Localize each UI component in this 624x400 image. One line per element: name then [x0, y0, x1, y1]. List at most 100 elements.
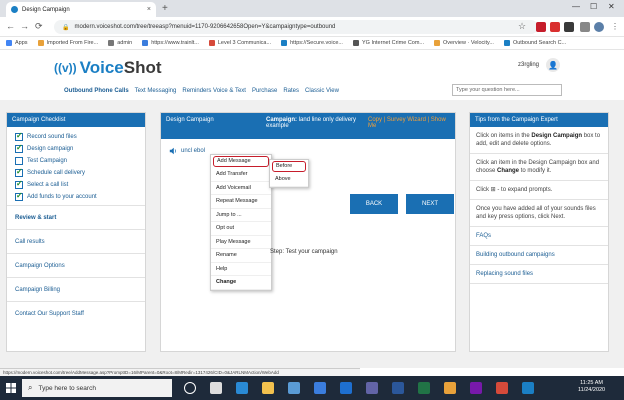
extension-dark-icon[interactable] [564, 22, 574, 32]
nav-text-messaging[interactable]: Text Messaging [135, 88, 177, 94]
browser-tab[interactable]: Design Campaign × [6, 2, 156, 17]
menu-dots-icon[interactable]: ⋮ [610, 22, 620, 32]
nav-classic-view[interactable]: Classic View [305, 88, 339, 94]
checklist-item[interactable]: Test Campaign [15, 157, 145, 165]
forward-icon[interactable]: → [20, 21, 29, 31]
checklist-link[interactable]: Campaign Options [7, 253, 145, 277]
context-menu-item[interactable]: Opt out [211, 222, 271, 236]
submenu-item[interactable]: Above [270, 173, 308, 187]
bookmark-label: Level 3 Communica... [217, 40, 272, 46]
bookmark-label: admin [117, 40, 133, 46]
context-menu-item[interactable]: Add Transfer [211, 168, 271, 182]
file-explorer-icon[interactable] [262, 382, 274, 394]
top-nav: Outbound Phone Calls Text Messaging Remi… [64, 88, 345, 94]
tab-close-icon[interactable]: × [147, 6, 151, 13]
checklist-item[interactable]: Schedule call delivery [15, 167, 145, 177]
avatar[interactable]: 👤 [546, 58, 560, 72]
tips-title: Tips from the Campaign Expert [470, 113, 608, 127]
app-red-icon[interactable] [496, 382, 508, 394]
reload-icon[interactable]: ⟳ [35, 21, 43, 32]
bookmark-label: YG Internet Crime Com... [361, 40, 425, 46]
bookmark-favicon-icon [281, 40, 288, 46]
checklist-link[interactable]: Campaign Billing [7, 277, 145, 301]
checklist-link[interactable]: Call results [7, 229, 145, 253]
context-menu-item[interactable]: Add Message [213, 156, 269, 167]
bookmark-item[interactable]: Apps [6, 40, 28, 46]
store-icon[interactable] [288, 382, 300, 394]
bookmark-label: https://Secure.voice... [290, 40, 343, 46]
voiceshot-logo[interactable]: ((v)) VoiceShot [54, 58, 162, 78]
back-icon[interactable]: ← [6, 21, 15, 31]
task-view-icon[interactable] [210, 382, 222, 394]
checklist-link[interactable]: Review & start [7, 205, 145, 229]
bookmark-item[interactable]: Imported From Fire... [37, 40, 98, 46]
bookmark-item[interactable]: https://Secure.voice... [281, 40, 343, 46]
checklist-item-label: Add funds to your account [27, 194, 97, 200]
context-menu-item[interactable]: Jump to ... [211, 209, 271, 222]
bookmark-favicon-icon [208, 40, 215, 46]
checklist-item[interactable]: Design campaign [15, 143, 145, 153]
close-window-icon[interactable]: ✕ [608, 2, 615, 11]
tip-design-campaign: Click on items in the Design Campaign bo… [470, 127, 608, 154]
system-clock[interactable]: 11:25 AM 11/24/2020 [578, 380, 605, 394]
url-bar[interactable]: 🔒 modern.voiceshot.com/tree/treeasp?menu… [54, 20, 538, 34]
faqs-link[interactable]: FAQs [470, 227, 608, 246]
context-menu-item[interactable]: Change [211, 276, 271, 290]
context-menu-item[interactable]: Repeat Message [211, 195, 271, 209]
submenu-item[interactable]: Before [272, 161, 306, 172]
context-menu-item[interactable]: Rename [211, 249, 271, 263]
extension-red-icon[interactable] [536, 22, 546, 32]
teams-icon[interactable] [366, 382, 378, 394]
back-button[interactable]: BACK [350, 194, 398, 214]
checklist-item[interactable]: Record sound files [15, 131, 145, 141]
context-menu-item[interactable]: Play Message [211, 236, 271, 249]
mail-icon[interactable] [314, 382, 326, 394]
maximize-icon[interactable]: ☐ [590, 2, 597, 11]
bookmark-item[interactable]: admin [108, 40, 132, 46]
new-tab-button[interactable]: + [162, 3, 168, 14]
bookmark-item[interactable]: Outbound Search C... [503, 40, 566, 46]
building-campaigns-link[interactable]: Building outbound campaigns [470, 246, 608, 265]
excel-icon[interactable] [418, 382, 430, 394]
nav-outbound-calls[interactable]: Outbound Phone Calls [64, 88, 129, 94]
question-search-input[interactable]: Type your question here... [452, 84, 562, 96]
bookmark-favicon-icon [108, 40, 115, 46]
context-menu-item[interactable]: Add Voicemail [211, 182, 271, 195]
nav-purchase[interactable]: Purchase [252, 88, 277, 94]
outlook-icon[interactable] [340, 382, 352, 394]
checklist-item[interactable]: Add funds to your account [15, 191, 145, 201]
checklist-item[interactable]: Select a call list [15, 179, 145, 189]
message-node[interactable]: uncl ebol [169, 147, 205, 155]
minimize-icon[interactable]: — [572, 2, 580, 11]
app-blue-icon[interactable] [522, 382, 534, 394]
bookmark-favicon-icon [434, 40, 441, 46]
username[interactable]: z3rgling [518, 62, 539, 68]
checklist-items: Record sound files Design campaign Test Ca… [7, 127, 145, 201]
profile-icon[interactable] [594, 22, 604, 32]
checklist-link[interactable]: Contact Our Support Staff [7, 301, 145, 325]
replacing-sound-files-link[interactable]: Replacing sound files [470, 265, 608, 284]
extensions-puzzle-icon[interactable] [580, 22, 590, 32]
context-menu-item[interactable]: Help [211, 263, 271, 276]
copy-survey-links[interactable]: Copy | Survey Wizard | Show Me [363, 113, 455, 139]
edge-icon[interactable] [236, 382, 248, 394]
word-icon[interactable] [392, 382, 404, 394]
bookmark-item[interactable]: Level 3 Communica... [208, 40, 272, 46]
clock-date: 11/24/2020 [578, 387, 606, 393]
windows-start-icon[interactable] [6, 383, 16, 393]
bookmark-item[interactable]: https://www.trainlt... [142, 40, 199, 46]
bookmark-item[interactable]: Overview · Velocity... [434, 40, 494, 46]
taskbar-search-input[interactable]: ⌕ Type here to search [22, 379, 172, 397]
next-button[interactable]: NEXT [406, 194, 454, 214]
status-url-bar: https://modern.voiceshot.com/tree/AddMes… [0, 368, 360, 376]
checkmark-icon [15, 167, 23, 177]
bookmark-star-icon[interactable]: ☆ [518, 21, 526, 32]
onenote-icon[interactable] [470, 382, 482, 394]
nav-reminders[interactable]: Reminders Voice & Text [182, 88, 246, 94]
chrome-icon[interactable] [444, 382, 456, 394]
voiceshot-favicon-icon [11, 6, 18, 13]
cortana-icon[interactable] [184, 382, 196, 394]
extension-abp-icon[interactable] [550, 22, 560, 32]
bookmark-item[interactable]: YG Internet Crime Com... [352, 40, 425, 46]
nav-rates[interactable]: Rates [283, 88, 299, 94]
